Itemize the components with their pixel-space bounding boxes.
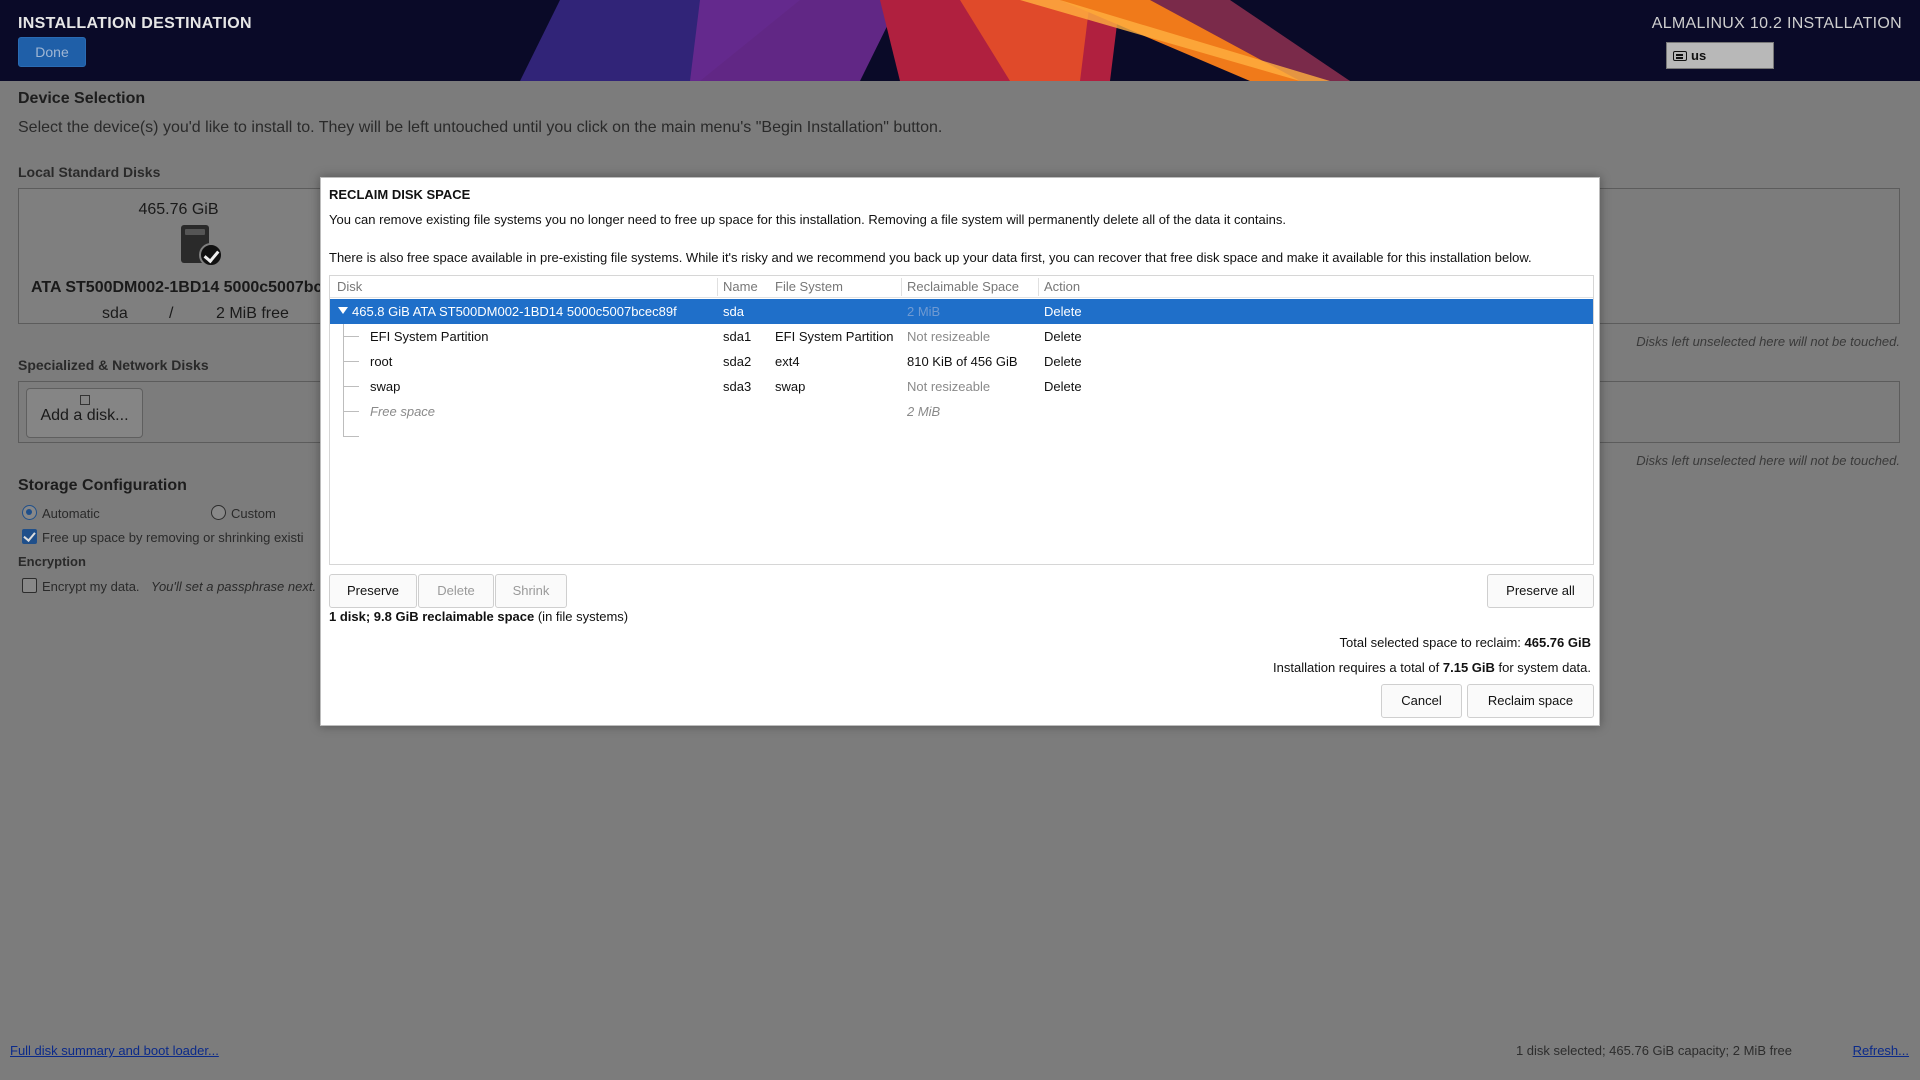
automatic-radio[interactable] [22, 505, 37, 520]
row-disk: 465.8 GiB ATA ST500DM002-1BD14 5000c5007… [352, 304, 677, 319]
expand-triangle-icon[interactable] [338, 307, 348, 314]
column-reclaimable-space[interactable]: Reclaimable Space [907, 279, 1019, 294]
dialog-title: RECLAIM DISK SPACE [329, 187, 471, 202]
row-space: 2 MiB [907, 404, 941, 419]
table-row-partition[interactable]: root sda2 ext4 810 KiB of 456 GiB Delete [330, 349, 1593, 374]
storage-config-heading: Storage Configuration [18, 477, 187, 494]
row-disk: Free space [370, 404, 436, 419]
row-action[interactable]: Delete [1044, 329, 1082, 344]
keyboard-layout-label: us [1691, 48, 1707, 63]
add-disk-label: Add a disk... [40, 407, 129, 424]
keyboard-layout-indicator[interactable]: us [1666, 42, 1774, 69]
row-name: sda3 [723, 379, 752, 394]
table-row-partition[interactable]: swap sda3 swap Not resizeable Delete [330, 374, 1593, 399]
page-title: INSTALLATION DESTINATION [18, 15, 252, 32]
network-disks-hint: Disks left unselected here will not be t… [1636, 453, 1900, 468]
column-file-system[interactable]: File System [775, 279, 843, 294]
reclaim-space-button[interactable]: Reclaim space [1467, 684, 1594, 718]
local-disks-label: Local Standard Disks [18, 164, 161, 180]
row-space: Not resizeable [907, 379, 991, 394]
row-disk: EFI System Partition [370, 329, 489, 344]
add-disk-icon [79, 395, 90, 405]
local-disks-hint: Disks left unselected here will not be t… [1636, 334, 1900, 349]
disk-name: sda [102, 305, 128, 322]
reclaimable-summary: 1 disk; 9.8 GiB reclaimable space (in fi… [329, 609, 628, 624]
dialog-description-1: You can remove existing file systems you… [329, 212, 1286, 227]
reclaim-disk-space-dialog: RECLAIM DISK SPACE You can remove existi… [320, 177, 1600, 726]
table-row-partition[interactable]: EFI System Partition sda1 EFI System Par… [330, 324, 1593, 349]
reclaimable-summary-rest: (in file systems) [534, 609, 629, 624]
disk-tree-view[interactable]: Disk Name File System Reclaimable Space … [329, 275, 1594, 565]
encrypt-checkbox[interactable] [22, 578, 37, 593]
encrypt-hint: You'll set a passphrase next. [151, 579, 317, 594]
row-name: sda2 [723, 354, 752, 369]
cancel-button[interactable]: Cancel [1381, 684, 1462, 718]
row-action[interactable]: Delete [1044, 304, 1082, 319]
row-fs: swap [775, 379, 806, 394]
row-space: Not resizeable [907, 329, 991, 344]
automatic-label: Automatic [42, 506, 100, 521]
device-selection-description: Select the device(s) you'd like to insta… [18, 119, 943, 136]
disk-free: 2 MiB free [216, 305, 289, 322]
encrypt-label: Encrypt my data. [42, 579, 140, 594]
header-artwork [0, 0, 1920, 81]
reclaimable-summary-bold: 1 disk; 9.8 GiB reclaimable space [329, 609, 535, 624]
tree-header: Disk Name File System Reclaimable Space … [330, 276, 1593, 298]
preserve-all-button[interactable]: Preserve all [1487, 574, 1594, 608]
row-space: 810 KiB of 456 GiB [907, 354, 1018, 369]
custom-radio[interactable] [211, 505, 226, 520]
add-disk-button[interactable]: Add a disk... [26, 388, 143, 438]
refresh-link[interactable]: Refresh... [1853, 1043, 1909, 1058]
custom-label: Custom [231, 506, 276, 521]
device-selection-heading: Device Selection [18, 90, 146, 107]
column-disk[interactable]: Disk [337, 279, 362, 294]
table-row-free-space: Free space 2 MiB [330, 399, 1593, 424]
done-button[interactable]: Done [18, 37, 86, 67]
requires-value: 7.15 GiB [1442, 660, 1495, 675]
row-action[interactable]: Delete [1044, 379, 1082, 394]
install-requirement-text: Installation requires a total of 7.15 Gi… [1273, 660, 1591, 675]
specialized-disks-label: Specialized & Network Disks [18, 357, 209, 373]
total-reclaim-value: 465.76 GiB [1524, 635, 1592, 650]
disk-status-summary: 1 disk selected; 465.76 GiB capacity; 2 … [1515, 1043, 1792, 1058]
total-reclaim-label: Total selected space to reclaim: [1339, 635, 1525, 650]
free-up-space-checkbox[interactable] [22, 529, 37, 544]
row-fs: ext4 [775, 354, 800, 369]
disk-model: ATA ST500DM002-1BD14 5000c5007bc [31, 279, 323, 296]
encryption-heading: Encryption [18, 554, 86, 569]
row-name: sda1 [723, 329, 752, 344]
row-fs: EFI System Partition [775, 329, 894, 344]
row-name: sda [723, 304, 744, 319]
selected-check-icon [199, 243, 223, 267]
delete-button[interactable]: Delete [418, 574, 494, 608]
total-reclaim-text: Total selected space to reclaim: 465.76 … [1340, 635, 1591, 650]
column-action[interactable]: Action [1044, 279, 1080, 294]
requires-suffix: for system data. [1494, 660, 1591, 675]
product-title: ALMALINUX 10.2 INSTALLATION [1651, 15, 1902, 32]
requires-prefix: Installation requires a total of [1273, 660, 1443, 675]
column-name[interactable]: Name [723, 279, 758, 294]
row-disk: root [370, 354, 393, 369]
disk-mount: / [169, 305, 174, 322]
row-disk: swap [370, 379, 401, 394]
header-bar: INSTALLATION DESTINATION Done ALMALINUX … [0, 0, 1920, 81]
disk-size: 465.76 GiB [138, 201, 219, 218]
keyboard-icon [1673, 50, 1687, 61]
row-action[interactable]: Delete [1044, 354, 1082, 369]
table-row-disk[interactable]: 465.8 GiB ATA ST500DM002-1BD14 5000c5007… [330, 299, 1593, 324]
dialog-description-2: There is also free space available in pr… [329, 250, 1532, 265]
row-space: 2 MiB [907, 304, 941, 319]
preserve-button[interactable]: Preserve [329, 574, 417, 608]
shrink-button[interactable]: Shrink [495, 574, 567, 608]
free-up-space-label: Free up space by removing or shrinking e… [42, 530, 304, 545]
full-disk-summary-link[interactable]: Full disk summary and boot loader... [10, 1043, 219, 1058]
disk-card-sda[interactable]: 465.76 GiB ATA ST500DM002-1BD14 5000c500… [18, 188, 323, 324]
